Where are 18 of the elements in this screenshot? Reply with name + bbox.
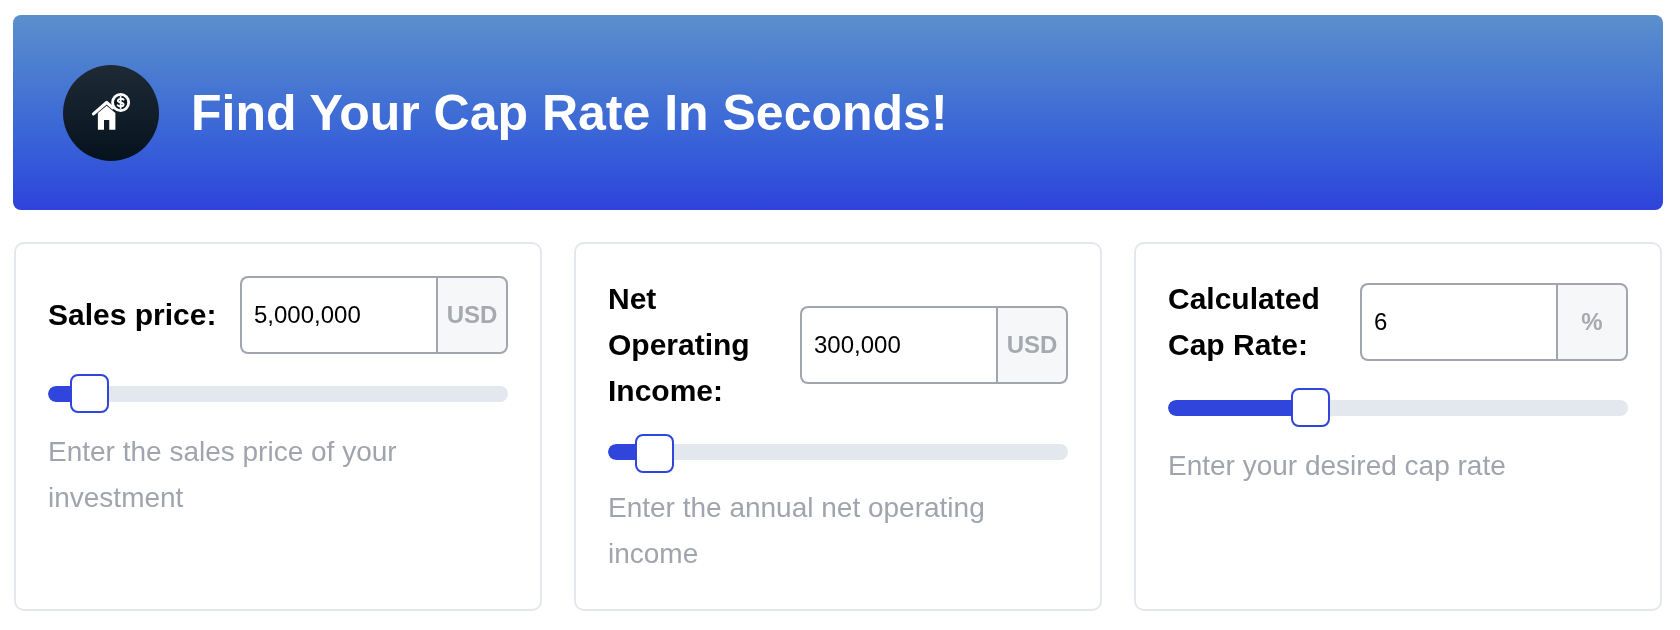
field-label: Net Operating Income: (608, 281, 751, 409)
field-hint: Enter the sales price of your investment (48, 435, 398, 515)
unit-label: USD (996, 306, 1068, 384)
unit-label: % (1556, 283, 1628, 361)
slider-thumb[interactable] (1291, 388, 1331, 427)
unit-label: USD (436, 276, 508, 354)
slider-track[interactable] (1168, 388, 1628, 427)
slider-thumb[interactable] (634, 434, 674, 473)
slider-track[interactable] (48, 374, 508, 413)
amount-input[interactable]: 300,000 (800, 306, 996, 384)
slider-thumb[interactable] (69, 374, 109, 413)
amount-input[interactable]: 6 (1360, 283, 1556, 361)
field-label: Calculated Cap Rate: (1168, 281, 1321, 363)
field-hint: Enter your desired cap rate (1168, 449, 1507, 483)
amount-input[interactable]: 5,000,000 (240, 276, 436, 354)
field-hint: Enter the annual net operating income (608, 491, 986, 571)
page-title: Find Your Cap Rate In Seconds! (191, 87, 948, 138)
field-label: Sales price: (48, 297, 218, 333)
